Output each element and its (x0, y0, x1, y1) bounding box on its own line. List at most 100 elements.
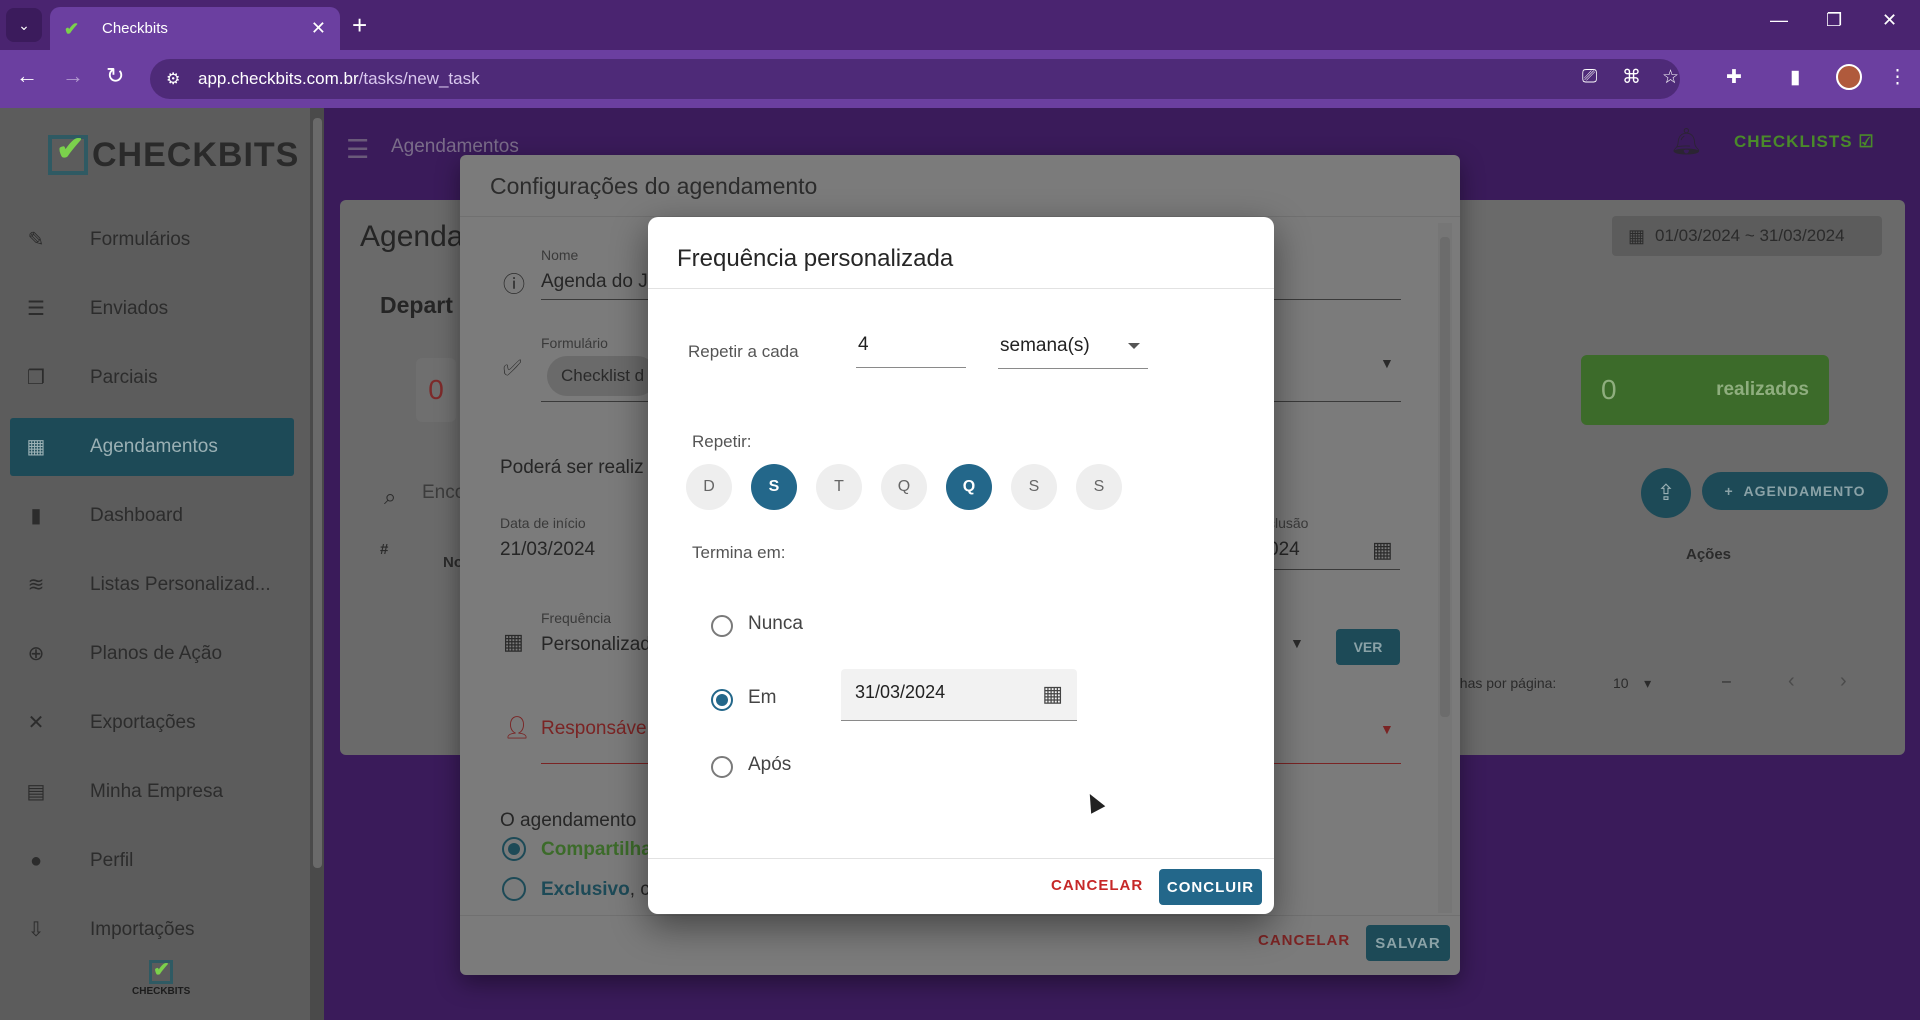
add-schedule-button[interactable]: + AGENDAMENTO (1702, 472, 1888, 510)
sidebar-item-9[interactable]: ▤ Minha Empresa (10, 763, 294, 821)
sidebar-item-label: Listas Personalizad... (90, 574, 271, 595)
rows-per-page-select[interactable]: 10 ▾ (1613, 675, 1651, 692)
frequency-dropdown-icon[interactable]: ▼ (1290, 635, 1304, 651)
sidebar-item-6[interactable]: ≋ Listas Personalizad... (10, 556, 294, 614)
calendar-repeat-icon: ▦ (503, 629, 524, 654)
cancel-button[interactable]: CANCELAR (1258, 932, 1350, 949)
stat-done-card: 0 realizados (1581, 355, 1829, 425)
kebab-menu-icon[interactable]: ⋮ (1888, 66, 1907, 89)
dialog-footer: CANCELAR SALVAR (460, 915, 1460, 975)
extensions-icon[interactable]: ✚ (1726, 66, 1742, 89)
exclusive-label: Exclusivo (541, 879, 630, 900)
sidebar-item-4[interactable]: ▦ Agendamentos (10, 418, 294, 476)
responsible-dropdown-icon[interactable]: ▼ (1380, 721, 1394, 737)
window-close-icon[interactable]: ✕ (1882, 10, 1897, 31)
dialog-title: Frequência personalizada (648, 217, 1274, 289)
logo: ✔ CHECKBITS (48, 130, 299, 180)
department-title: Depart (380, 292, 453, 318)
reload-icon[interactable]: ↻ (106, 64, 124, 88)
bell-icon[interactable]: 🔔︎ (1670, 126, 1703, 157)
bookmark-star-icon[interactable]: ☆ (1662, 66, 1679, 89)
clipboard-check-icon: ✅︎ (503, 355, 522, 380)
sidebar: ✔ CHECKBITS ✎ Formulários ☰ Enviados ❐ Parcia… (0, 108, 310, 1020)
sidebar-scroll-thumb[interactable] (313, 118, 322, 868)
chevron-right-icon[interactable]: › (1840, 670, 1847, 693)
weekday-toggle-2[interactable]: S (751, 464, 797, 510)
end-date-underline (1268, 569, 1400, 570)
date-range-text: 01/03/2024 ~ 31/03/2024 (1655, 226, 1845, 245)
sidebar-item-2[interactable]: ☰ Enviados (10, 280, 294, 338)
weekday-toggle-3[interactable]: T (816, 464, 862, 510)
checklists-button[interactable]: CHECKLISTS ☑ (1734, 132, 1875, 152)
ends-option-radio-2[interactable] (711, 689, 733, 711)
form-dropdown-icon[interactable]: ▼ (1380, 355, 1394, 371)
ver-button[interactable]: VER (1336, 629, 1400, 665)
save-button[interactable]: SALVAR (1366, 925, 1450, 961)
start-date-input[interactable]: 21/03/2024 (500, 539, 595, 561)
sidebar-item-5[interactable]: ▮ Dashboard (10, 487, 294, 545)
repeat-every-input[interactable]: 4 (856, 330, 966, 368)
site-info-icon[interactable]: ⚙ (166, 69, 180, 89)
search-input[interactable]: Enco (422, 482, 465, 504)
sidebar-item-label: Dashboard (90, 505, 183, 526)
ends-option-radio-1[interactable] (711, 615, 733, 637)
restore-icon[interactable]: ❐ (1826, 10, 1842, 31)
shared-radio[interactable] (502, 837, 526, 861)
browser-tab[interactable]: ✔ Checkbits ✕ (50, 7, 340, 50)
calendar-icon[interactable]: ▦ (1372, 537, 1393, 563)
exclusive-radio[interactable] (502, 877, 526, 901)
form-chip[interactable]: Checklist d (547, 356, 657, 396)
rows-per-page-value: 10 (1613, 675, 1629, 691)
end-date-label: clusão (1268, 515, 1309, 531)
weekday-toggle-4[interactable]: Q (881, 464, 927, 510)
sidebar-item-label: Enviados (90, 298, 169, 319)
weekday-toggle-5[interactable]: Q (946, 464, 992, 510)
footer-logo-text: CHECKBITS (132, 986, 191, 997)
sidebar-item-label: Formulários (90, 229, 191, 250)
repeat-every-label: Repetir a cada (688, 342, 799, 361)
name-label: Nome (541, 247, 579, 263)
calendar-icon[interactable]: ▦ (1042, 681, 1063, 707)
sidebar-item-label: Minha Empresa (90, 781, 224, 802)
minimize-icon[interactable]: — (1770, 10, 1788, 31)
address-bar[interactable]: ⚙ app.checkbits.com.br/tasks/new_task (150, 59, 1680, 99)
info-icon: ⓘ (503, 272, 526, 297)
sidebar-item-11[interactable]: ⇩ Importações (10, 901, 294, 959)
dialog-scroll-thumb[interactable] (1440, 237, 1450, 717)
repeat-unit-select[interactable]: semana(s) (998, 331, 1148, 369)
sidebar-item-3[interactable]: ❐ Parciais (10, 349, 294, 407)
close-icon[interactable]: ✕ (311, 18, 326, 39)
ends-option-radio-3[interactable] (711, 756, 733, 778)
new-tab-button[interactable]: + (352, 10, 367, 40)
form-label: Formulário (541, 335, 608, 351)
conclude-button[interactable]: CONCLUIR (1159, 869, 1262, 905)
frequency-select[interactable]: Personalizad (541, 634, 651, 656)
cancel-button[interactable]: CANCELAR (1051, 877, 1143, 894)
chevron-left-icon[interactable]: ‹ (1788, 670, 1795, 693)
page-title: Agenda (360, 220, 464, 253)
schedule-type-text: O agendamento (500, 810, 637, 831)
ends-date-input[interactable]: 31/03/2024 ▦ (841, 669, 1077, 721)
ends-option-label-1: Nunca (748, 613, 803, 634)
sidebar-item-10[interactable]: ● Perfil (10, 832, 294, 890)
sidebar-item-1[interactable]: ✎ Formulários (10, 211, 294, 269)
weekday-toggle-6[interactable]: S (1011, 464, 1057, 510)
install-app-icon[interactable]: ⎚ (1582, 66, 1597, 88)
sidebar-item-7[interactable]: ⊕ Planos de Ação (10, 625, 294, 683)
side-panel-icon[interactable]: ▮ (1790, 66, 1800, 89)
responsible-select[interactable]: Responsáve (541, 718, 647, 740)
profile-avatar[interactable] (1836, 64, 1862, 90)
name-input[interactable]: Agenda do J (541, 271, 648, 293)
hamburger-menu-icon[interactable]: ☰ (346, 134, 369, 165)
back-icon[interactable]: ← (16, 64, 38, 88)
translate-icon[interactable]: ⌘ (1622, 66, 1641, 89)
tab-search-button[interactable]: ⌄ (6, 8, 42, 42)
import-schedule-button[interactable]: ⇪ (1641, 468, 1691, 518)
forward-icon[interactable]: → (62, 64, 84, 88)
can-be-done-text: Poderá ser realiz (500, 457, 644, 478)
weekday-toggle-7[interactable]: S (1076, 464, 1122, 510)
repeat-days-label: Repetir: (692, 432, 752, 451)
sidebar-item-8[interactable]: ✕ Exportações (10, 694, 294, 752)
date-range-picker[interactable]: ▦ 01/03/2024 ~ 31/03/2024 (1612, 216, 1882, 256)
weekday-toggle-1[interactable]: D (686, 464, 732, 510)
